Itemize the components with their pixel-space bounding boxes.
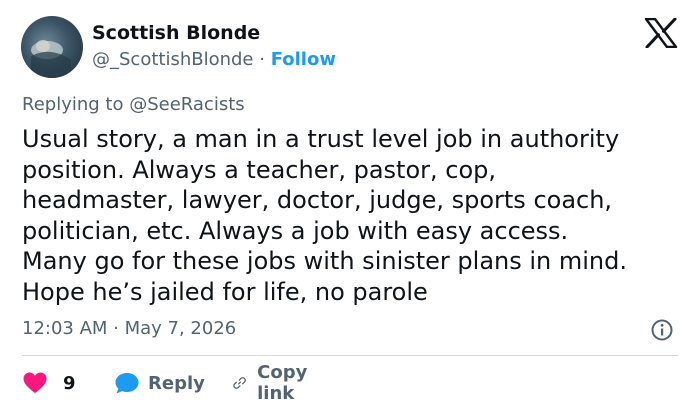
- author-display-name[interactable]: Scottish Blonde: [92, 22, 260, 44]
- divider: [22, 355, 678, 356]
- info-icon[interactable]: [651, 319, 673, 341]
- replying-to: Replying to @SeeRacists: [22, 94, 245, 115]
- avatar-image: [31, 40, 71, 78]
- handle-separator: ·: [253, 49, 271, 70]
- copy-link-button[interactable]: Copy link: [232, 362, 316, 404]
- tweet-timestamp[interactable]: 12:03 AM · May 7, 2026: [22, 318, 236, 339]
- avatar[interactable]: [21, 16, 83, 78]
- x-logo-icon[interactable]: [644, 18, 678, 48]
- tweet-text-line: Usual story, a man in a trust level job …: [22, 125, 620, 153]
- reply-bubble-icon: [115, 373, 139, 394]
- heart-icon: [23, 372, 47, 393]
- tweet-text-line: politician, etc. Always a job with easy …: [22, 216, 569, 245]
- follow-button[interactable]: Follow: [271, 49, 336, 70]
- tweet-text-line: headmaster, lawyer, doctor, judge, sport…: [22, 186, 613, 215]
- author-handle[interactable]: @_ScottishBlonde: [92, 49, 254, 70]
- like-button[interactable]: 9: [22, 369, 76, 397]
- tweet-text: Usual story, a man in a trust level job …: [22, 124, 692, 308]
- tweet-text-line: position. Always a teacher, pastor, cop,: [22, 155, 496, 184]
- like-count: 9: [63, 372, 76, 394]
- author-handle-line: @_ScottishBlonde · Follow: [92, 49, 336, 70]
- reply-button[interactable]: Reply: [114, 369, 205, 397]
- copy-link-label: Copy link: [257, 362, 308, 404]
- replying-prefix: Replying to: [22, 94, 130, 115]
- link-icon: [233, 377, 246, 389]
- tweet-text-line: Many go for these jobs with sinister pla…: [22, 247, 627, 276]
- replying-mention[interactable]: @SeeRacists: [129, 94, 244, 115]
- reply-label: Reply: [148, 372, 205, 394]
- tweet-text-line: Hope he’s jailed for life, no parole: [22, 277, 428, 306]
